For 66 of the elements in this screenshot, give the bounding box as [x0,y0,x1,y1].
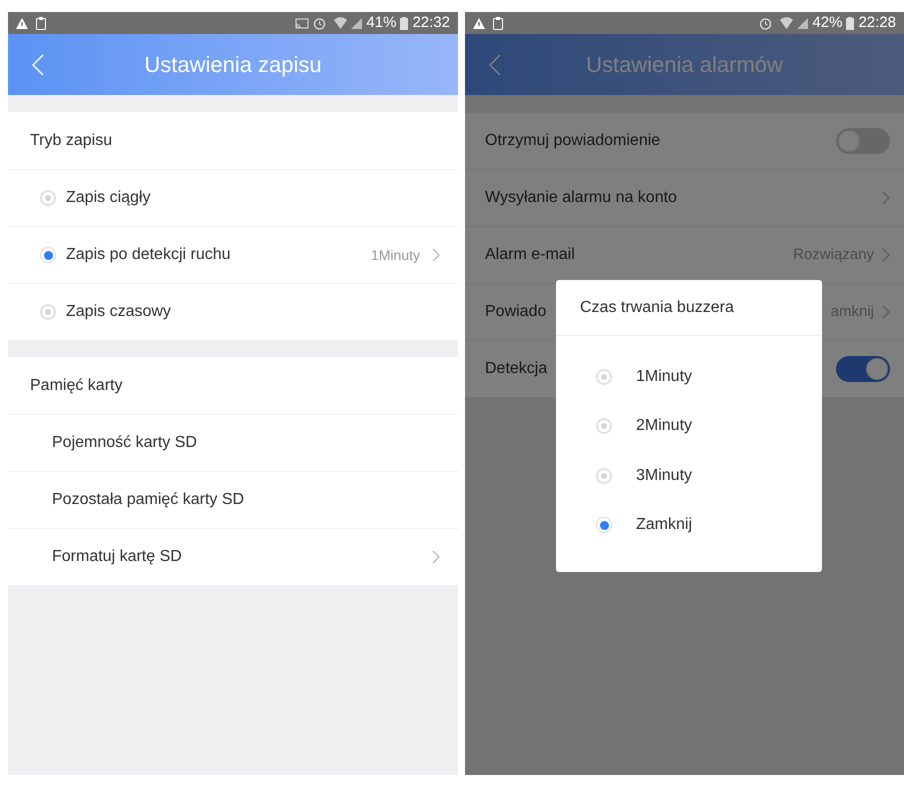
battery-icon [846,16,854,30]
chevron-icon [882,305,890,319]
settings-row[interactable]: Otrzymuj powiadomienie [465,112,904,169]
radio-button[interactable] [40,304,56,320]
settings-row[interactable]: Wysyłanie alarmu na konto [465,169,904,226]
option-label: Zapis ciągły [66,188,150,208]
option-value: 1Minuty [370,246,420,265]
row-label: Detekcja [485,359,548,379]
section-title: Pamięć karty [30,376,122,396]
clipboard-icon [36,16,46,30]
row-label: Wysyłanie alarmu na konto [485,188,677,208]
chevron-icon [882,191,890,205]
option-label: 1Minuty [636,366,692,387]
chevron-icon [432,248,440,262]
row-label: Formatuj kartę SD [52,547,182,567]
battery-icon [400,16,408,30]
section-title: Tryb zapisu [30,130,112,150]
row-label: Alarm e-mail [485,245,575,265]
battery-percent: 42% [812,12,842,33]
toggle-switch[interactable] [836,356,890,382]
radio-option[interactable]: 3Minuty [556,451,822,500]
row-label: Powiado [485,302,546,322]
radio-option[interactable]: 2Minuty [556,402,822,451]
back-icon[interactable] [32,54,44,76]
toggle-switch[interactable] [836,128,890,154]
chevron-icon [432,550,440,564]
radio-option[interactable]: Zamknij [556,500,822,550]
wifi-icon [334,17,348,29]
radio-option[interactable]: Zapis ciągły [8,169,458,226]
screen-title: Ustawienia zapisu [144,51,322,79]
back-icon[interactable] [489,54,501,76]
screen-title: Ustawienia alarmów [586,51,783,79]
radio-button[interactable] [40,247,56,263]
cast-icon [295,18,310,28]
clock-time: 22:28 [858,12,896,33]
clipboard-icon [493,16,503,30]
radio-button[interactable] [596,418,612,434]
dialog-title: Czas trwania buzzera [580,298,734,318]
option-label: 3Minuty [636,466,692,486]
chevron-icon [882,248,890,262]
radio-button[interactable] [596,468,612,484]
alarm-clock-icon [759,16,772,30]
battery-percent: 41% [366,12,396,33]
row-label: Pozostała pamięć karty SD [52,490,244,510]
option-label: Zapis czasowy [66,302,171,322]
signal-icon [797,18,808,28]
radio-option[interactable]: Zapis czasowy [8,283,458,340]
alarm-clock-icon [313,16,326,30]
clock-time: 22:32 [412,12,450,33]
row-label: Otrzymuj powiadomienie [485,131,660,151]
settings-row[interactable]: Pozostała pamięć karty SD [8,471,458,528]
row-label: Pojemność karty SD [52,433,197,453]
warning-icon [16,18,28,28]
radio-option[interactable]: 1Minuty [556,352,822,402]
option-label: Zamknij [636,515,692,536]
warning-icon [473,18,485,28]
radio-option[interactable]: Zapis po detekcji ruchu 1Minuty [8,226,458,283]
signal-icon [351,18,362,28]
radio-button[interactable] [596,368,612,385]
radio-button[interactable] [596,517,612,534]
settings-row[interactable]: Formatuj kartę SD [8,528,458,585]
settings-row[interactable]: Pojemność karty SD [8,414,458,471]
option-label: Zapis po detekcji ruchu [66,245,231,265]
wifi-icon [780,17,794,29]
radio-button[interactable] [40,190,56,206]
option-label: 2Minuty [636,416,692,436]
